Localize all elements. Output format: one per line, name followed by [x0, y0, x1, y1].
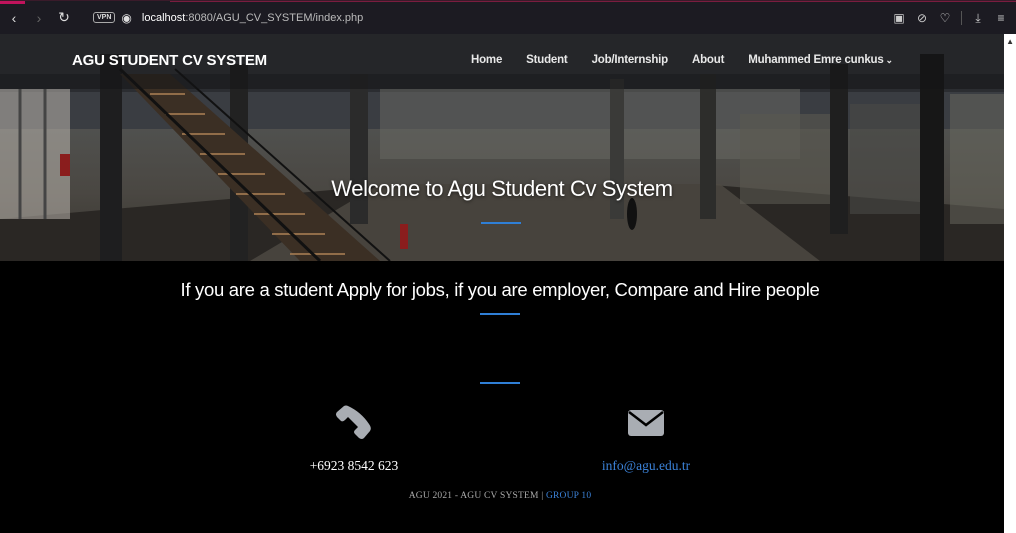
nav-about[interactable]: About — [692, 54, 724, 66]
active-tab-indicator — [0, 1, 25, 4]
address-bar[interactable]: localhost:8080/AGU_CV_SYSTEM/index.php — [142, 12, 363, 24]
site-brand[interactable]: AGU STUDENT CV SYSTEM — [72, 52, 267, 69]
tagline: If you are a student Apply for jobs, if … — [180, 279, 820, 300]
user-name: Muhammed Emre cunkus — [748, 54, 884, 66]
globe-icon[interactable]: ◉ — [121, 11, 131, 25]
heart-icon[interactable]: ♡ — [938, 11, 952, 25]
vpn-badge[interactable]: VPN — [93, 12, 116, 23]
contact-divider — [480, 382, 520, 384]
chevron-down-icon: ⌄ — [885, 55, 894, 65]
nav-student[interactable]: Student — [526, 54, 568, 66]
download-icon[interactable]: ⤓ — [971, 11, 985, 26]
hero-title: Welcome to Agu Student Cv System — [331, 176, 673, 201]
footer-group-link[interactable]: GROUP 10 — [546, 491, 591, 501]
menu-icon[interactable]: ≡ — [994, 11, 1008, 25]
footer: AGU 2021 - AGU CV SYSTEM | GROUP 10 — [0, 491, 1000, 501]
back-arrow-icon[interactable]: ‹ — [3, 7, 25, 29]
nav-home[interactable]: Home — [471, 54, 502, 66]
contact-email: info@agu.edu.tr — [546, 403, 746, 474]
url-host: localhost — [141, 11, 186, 24]
scroll-up-icon[interactable]: ▲ — [1006, 37, 1014, 46]
url-path: :8080/AGU_CV_SYSTEM/index.php — [185, 11, 364, 24]
main-menu: Home Student Job/Internship About Muhamm… — [471, 54, 893, 66]
screenshot-icon[interactable]: ▣ — [892, 11, 906, 25]
envelope-icon — [628, 410, 664, 436]
hero-divider — [481, 222, 521, 224]
email-link[interactable]: info@agu.edu.tr — [546, 458, 746, 474]
forward-arrow-icon[interactable]: › — [28, 7, 50, 29]
hero-banner: AGU STUDENT CV SYSTEM Home Student Job/I… — [0, 34, 1004, 261]
user-menu[interactable]: Muhammed Emre cunkus ⌄ — [748, 54, 893, 66]
toolbar-divider — [961, 11, 962, 25]
contact-phone: +6923 8542 623 — [254, 403, 454, 474]
nav-job-internship[interactable]: Job/Internship — [592, 54, 669, 66]
phone-icon — [336, 405, 371, 439]
phone-number: +6923 8542 623 — [309, 458, 399, 473]
reload-icon[interactable]: ↻ — [53, 7, 75, 29]
adblock-icon[interactable]: ⊘ — [915, 11, 929, 25]
footer-text: AGU 2021 - AGU CV SYSTEM | — [408, 491, 546, 501]
section-divider — [480, 313, 520, 315]
browser-toolbar: ‹ › ↻ VPN ◉ localhost:8080/AGU_CV_SYSTEM… — [0, 0, 1016, 34]
page-scrollbar[interactable] — [1004, 34, 1016, 533]
